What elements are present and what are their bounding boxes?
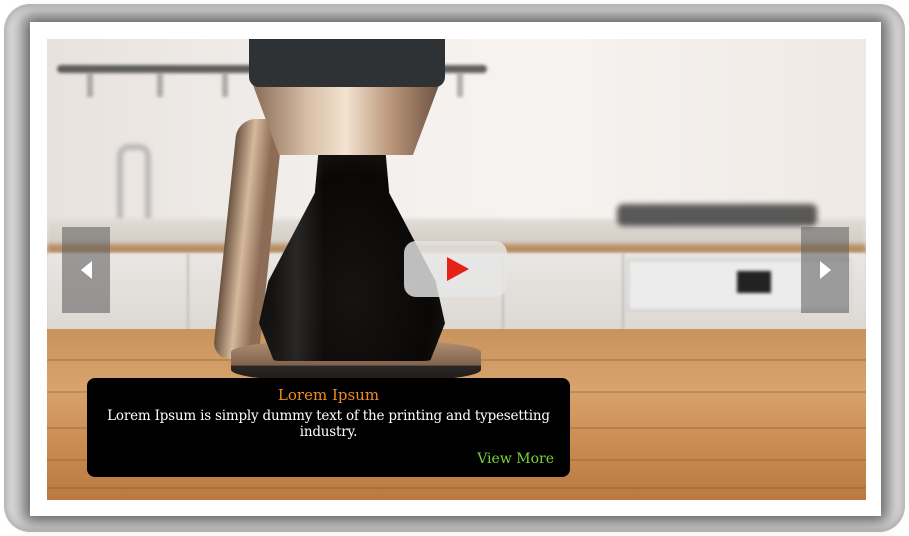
- caption-title: Lorem Ipsum: [277, 386, 380, 404]
- coffee-maker-collar: [253, 85, 439, 155]
- faucet: [117, 144, 151, 220]
- rail-hook: [222, 73, 228, 97]
- view-more-link[interactable]: View More: [477, 451, 554, 467]
- play-icon: [446, 257, 469, 281]
- video-slide[interactable]: Lorem Ipsum Lorem Ipsum is simply dummy …: [47, 39, 866, 500]
- chevron-right-icon: [819, 261, 831, 279]
- wood-grain: [47, 487, 866, 489]
- coffee-maker-top: [249, 39, 445, 87]
- play-button[interactable]: [404, 241, 507, 297]
- prev-slide-button[interactable]: [62, 227, 110, 313]
- oven-window: [737, 271, 771, 293]
- rail-hook: [157, 73, 163, 97]
- slide-caption: Lorem Ipsum Lorem Ipsum is simply dummy …: [87, 378, 570, 477]
- rail-hook: [457, 73, 463, 97]
- chevron-left-icon: [80, 261, 92, 279]
- stove-top: [617, 204, 817, 226]
- next-slide-button[interactable]: [801, 227, 849, 313]
- rail-hook: [87, 73, 93, 97]
- caption-text: Lorem Ipsum is simply dummy text of the …: [107, 408, 550, 440]
